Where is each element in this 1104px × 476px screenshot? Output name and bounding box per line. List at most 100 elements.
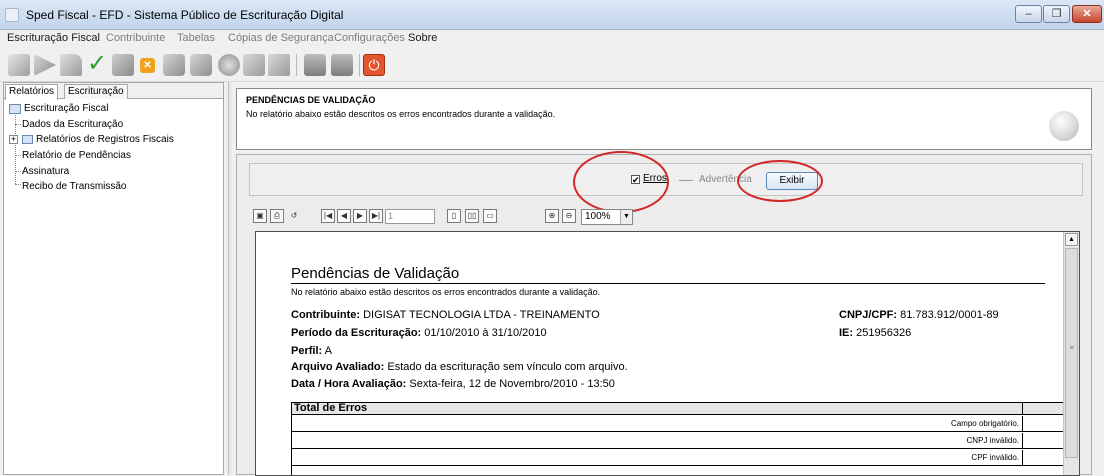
header-panel: PENDÊNCIAS DE VALIDAÇÃO No relatório aba…	[236, 88, 1092, 150]
tree-branch	[15, 155, 21, 156]
menu-contribuinte[interactable]: Contribuinte	[106, 32, 165, 44]
cnpj-row: CNPJ/CPF: 81.783.912/0001-89	[839, 309, 999, 321]
globe-icon[interactable]	[218, 54, 240, 76]
double-page-icon[interactable]: ▯▯	[465, 209, 479, 223]
total-label: Total de Erros	[294, 402, 368, 414]
annotation-ring	[573, 151, 669, 213]
mail-icon[interactable]	[243, 54, 265, 76]
refresh-icon[interactable]: ↺	[287, 209, 301, 223]
tree-item-relatorio-pendencias[interactable]: Relatório de Pendências	[22, 150, 131, 161]
tree-guide	[15, 115, 16, 184]
tree-item-recibo[interactable]: Recibo de Transmissão	[22, 181, 127, 192]
report-subtitle: No relatório abaixo estão descritos os e…	[291, 287, 601, 297]
globe-icon	[1049, 111, 1079, 141]
single-page-icon[interactable]: ▯	[447, 209, 461, 223]
report-scrollbar[interactable]: ▲ ≡	[1063, 232, 1079, 475]
print-icon[interactable]: ⎙	[270, 209, 284, 223]
ie-value: 251956326	[856, 327, 912, 339]
zoom-value: 100%	[585, 211, 611, 222]
menu-escrituracao-fiscal[interactable]: Escrituração Fiscal	[7, 32, 100, 44]
next-page-icon[interactable]: ▶	[353, 209, 367, 223]
periodo-label: Período da Escrituração:	[291, 327, 422, 339]
left-tabs: Relatórios Escrituração	[4, 83, 223, 100]
periodo-row: Período da Escrituração: 01/10/2010 à 31…	[291, 327, 547, 339]
data-label: Data / Hora Avaliação:	[291, 378, 407, 390]
first-page-icon[interactable]: |◀	[321, 209, 335, 223]
last-page-icon[interactable]: ▶|	[369, 209, 383, 223]
page-title: PENDÊNCIAS DE VALIDAÇÃO	[246, 95, 376, 105]
table-header: Total de Erros 45	[292, 402, 1079, 415]
perfil-value: A	[324, 345, 332, 357]
save-icon[interactable]: ▣	[253, 209, 267, 223]
tree-item-relatorios-registros[interactable]: Relatórios de Registros Fiscais	[36, 134, 174, 145]
close-button[interactable]: ✕	[1072, 5, 1102, 23]
book-icon	[9, 104, 21, 114]
annotation-ring	[737, 160, 823, 202]
tree-branch	[15, 184, 21, 185]
new-icon[interactable]	[8, 54, 30, 76]
error-label: Campo obrigatório.	[950, 419, 1019, 428]
check-icon[interactable]: ✓	[86, 52, 108, 76]
data-row: Data / Hora Avaliação: Sexta-feira, 12 d…	[291, 378, 615, 390]
report-page: Pendências de Validação No relatório aba…	[255, 231, 1080, 476]
menu-tabelas[interactable]: Tabelas	[177, 32, 215, 44]
page-number-input[interactable]: 1	[385, 209, 435, 224]
table-row: Campo obrigatório. 43	[292, 416, 1079, 432]
scroll-thumb[interactable]: ≡	[1065, 248, 1078, 458]
separator	[679, 180, 693, 181]
tree-root[interactable]: Escrituração Fiscal	[24, 103, 108, 114]
zoom-out-icon[interactable]: ⊖	[562, 209, 576, 223]
error-label: CPF inválido.	[971, 453, 1019, 462]
perfil-label: Perfil:	[291, 345, 323, 357]
zoom-in-icon[interactable]: ⊕	[545, 209, 559, 223]
menu-copias-de-seguranca[interactable]: Cópias de Segurança	[228, 32, 334, 44]
expand-icon[interactable]: +	[9, 135, 18, 144]
errors-table: Total de Erros 45 Campo obrigatório. 43 …	[291, 402, 1079, 475]
facing-page-icon[interactable]: ▭	[483, 209, 497, 223]
app-icon	[5, 8, 19, 22]
maximize-button[interactable]: ❐	[1043, 5, 1070, 23]
window-title: Sped Fiscal - EFD - Sistema Público de E…	[26, 8, 344, 22]
table-row: CPF inválido. 1	[292, 450, 1079, 466]
tree-item-assinatura[interactable]: Assinatura	[22, 166, 69, 177]
scroll-up-icon[interactable]: ▲	[1065, 233, 1078, 246]
delete-icon[interactable]: ✕	[140, 58, 155, 73]
open-folder-icon[interactable]	[60, 54, 82, 76]
tools-icon[interactable]	[163, 54, 185, 76]
table-row: CNPJ inválido. 1	[292, 433, 1079, 449]
title-underline	[291, 283, 1045, 284]
menu-sobre[interactable]: Sobre	[408, 32, 437, 44]
page-description: No relatório abaixo estão descritos os e…	[246, 109, 556, 119]
ie-label: IE:	[839, 327, 854, 339]
chevron-down-icon[interactable]: ▼	[620, 210, 632, 224]
print-icon[interactable]	[304, 54, 326, 76]
minimize-button[interactable]: –	[1015, 5, 1042, 23]
pane-splitter[interactable]	[228, 82, 232, 475]
arquivo-value: Estado da escrituração sem vínculo com a…	[387, 361, 628, 373]
error-label: CNPJ inválido.	[966, 436, 1019, 445]
cnpj-label: CNPJ/CPF:	[839, 309, 898, 321]
tab-escrituracao[interactable]: Escrituração	[64, 84, 128, 99]
contribuinte-label: Contribuinte:	[291, 309, 361, 321]
save-book-icon[interactable]	[112, 54, 134, 76]
power-icon[interactable]: ⏻	[363, 54, 385, 76]
title-bar: Sped Fiscal - EFD - Sistema Público de E…	[0, 0, 1104, 30]
left-pane: Relatórios Escrituração Escrituração Fis…	[3, 82, 224, 475]
zoom-select[interactable]: 100% ▼	[581, 209, 633, 225]
report-title: Pendências de Validação	[291, 265, 460, 282]
report-icon[interactable]	[268, 54, 290, 76]
contribuinte-row: Contribuinte: DIGISAT TECNOLOGIA LTDA - …	[291, 309, 600, 321]
tab-relatorios[interactable]: Relatórios	[5, 84, 59, 100]
tree-branch	[15, 124, 21, 125]
viewer-toolbar: ▣ ⎙ ↺ |◀ ◀ ▶ ▶| 1 ▯ ▯▯ ▭ ⊕ ⊖ 100% ▼	[251, 206, 651, 226]
tools-alt-icon[interactable]	[190, 54, 212, 76]
menu-configuracoes[interactable]: Configurações	[334, 32, 405, 44]
tree-branch	[15, 171, 21, 172]
periodo-value: 01/10/2010 à 31/10/2010	[424, 327, 547, 339]
prev-page-icon[interactable]: ◀	[337, 209, 351, 223]
print-alt-icon[interactable]	[331, 54, 353, 76]
tree-item-dados[interactable]: Dados da Escrituração	[22, 119, 123, 130]
next-icon[interactable]	[34, 54, 56, 76]
toolbar-separator	[359, 54, 360, 76]
arquivo-label: Arquivo Avaliado:	[291, 361, 385, 373]
